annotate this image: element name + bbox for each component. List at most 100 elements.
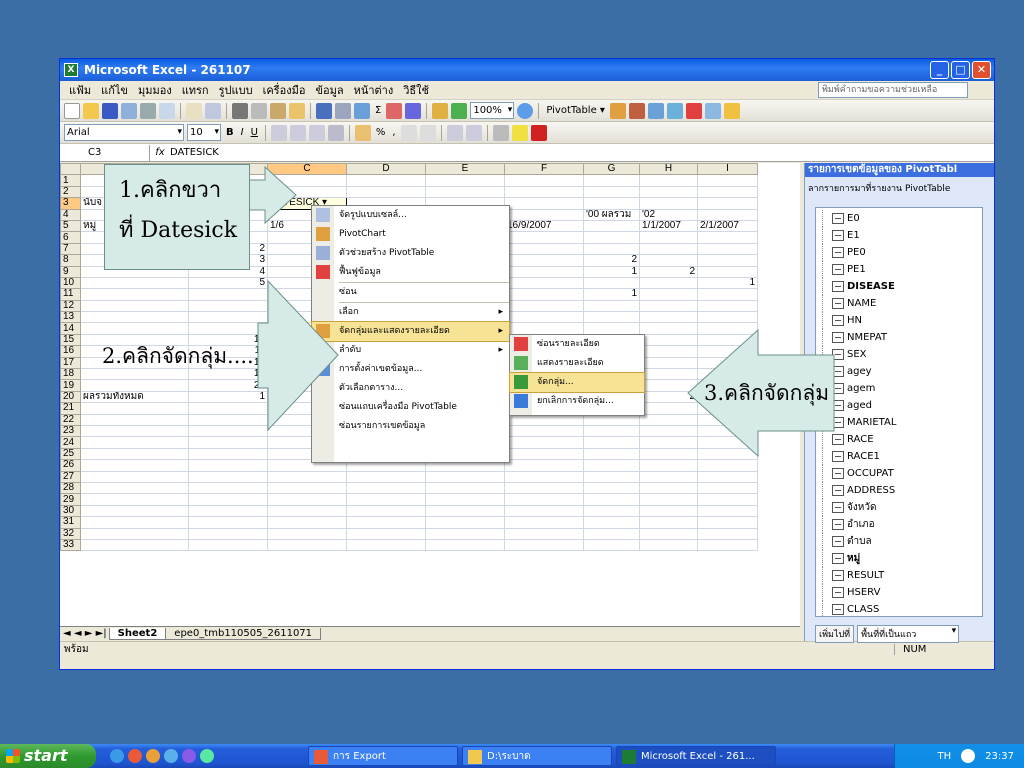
show-detail-icon[interactable]	[666, 102, 683, 119]
corner-select-all[interactable]	[60, 163, 81, 176]
cell[interactable]	[697, 538, 758, 552]
cell[interactable]	[188, 504, 268, 518]
cell[interactable]: 1/1/2007	[639, 219, 698, 233]
italic-button[interactable]: I	[239, 127, 246, 138]
cell[interactable]	[697, 493, 758, 506]
drawing-icon[interactable]	[451, 102, 468, 119]
cell[interactable]	[267, 481, 347, 495]
field-checkbox-icon[interactable]	[832, 536, 844, 547]
row-header[interactable]: 7	[60, 242, 81, 256]
row-header[interactable]: 4	[60, 208, 81, 221]
cell[interactable]	[504, 197, 584, 210]
decrease-decimal-icon[interactable]	[419, 124, 436, 141]
save-icon[interactable]	[102, 102, 118, 119]
cell[interactable]: 1	[583, 288, 640, 301]
cell[interactable]	[697, 231, 758, 244]
cell[interactable]	[504, 276, 584, 290]
row-header[interactable]: 18	[60, 368, 81, 381]
cell[interactable]	[425, 516, 505, 529]
cell[interactable]	[188, 459, 268, 472]
cell[interactable]	[80, 402, 189, 415]
format-painter-icon[interactable]	[289, 102, 305, 119]
row-header[interactable]: 29	[60, 493, 81, 506]
cell[interactable]	[639, 345, 698, 358]
cell[interactable]	[504, 516, 584, 529]
field-checkbox-icon[interactable]	[832, 485, 844, 496]
cell[interactable]: ผลรวมทั้งหมด	[80, 390, 189, 404]
row-header[interactable]: 23	[60, 424, 81, 438]
cell[interactable]	[639, 231, 698, 244]
field-checkbox-icon[interactable]	[832, 332, 844, 343]
font-select[interactable]: Arial	[64, 124, 184, 141]
cell[interactable]	[425, 185, 505, 199]
cell[interactable]	[697, 311, 758, 324]
cell[interactable]	[697, 504, 758, 518]
pivot-field[interactable]: HSERV	[820, 584, 982, 601]
context-menu-item[interactable]: การตั้งค่าเขตข้อมูล...	[312, 360, 509, 379]
cell[interactable]	[639, 276, 698, 290]
column-header[interactable]: F	[504, 163, 584, 176]
cell[interactable]	[80, 424, 189, 438]
field-checkbox-icon[interactable]	[832, 417, 844, 428]
row-header[interactable]: 8	[60, 254, 81, 267]
cell[interactable]	[504, 322, 584, 335]
sort-asc-icon[interactable]	[386, 102, 403, 119]
cell[interactable]	[504, 299, 584, 313]
tab-sheet2[interactable]: Sheet2	[108, 627, 167, 640]
fill-color-icon[interactable]	[511, 124, 528, 141]
merge-center-icon[interactable]	[327, 124, 344, 141]
pivot-field[interactable]: OCCUPAT	[820, 465, 982, 482]
row-header[interactable]: 12	[60, 299, 81, 313]
field-list[interactable]: E0 E1 PE0 PE1 DISEASE NAME HN NMEPAT SEX agey agem…	[815, 207, 983, 617]
cell[interactable]	[425, 174, 505, 187]
cell[interactable]: 16/9/2007	[504, 219, 584, 233]
zoom-select[interactable]: 100%	[470, 102, 515, 119]
cell[interactable]	[80, 459, 189, 472]
cell[interactable]	[267, 470, 347, 483]
cell[interactable]	[188, 447, 268, 461]
decrease-indent-icon[interactable]	[446, 124, 463, 141]
cell[interactable]	[583, 276, 640, 290]
cell[interactable]	[346, 185, 426, 199]
borders-icon[interactable]	[492, 124, 509, 141]
row-header[interactable]: 31	[60, 516, 81, 529]
cell[interactable]	[504, 481, 584, 495]
cell[interactable]	[697, 527, 758, 540]
cell[interactable]	[425, 493, 505, 506]
cell[interactable]	[639, 254, 698, 267]
cell[interactable]	[425, 481, 505, 495]
field-checkbox-icon[interactable]	[832, 604, 844, 615]
menu-view[interactable]: มุมมอง	[133, 81, 177, 99]
cell[interactable]	[697, 197, 758, 210]
cell[interactable]	[425, 504, 505, 518]
field-checkbox-icon[interactable]	[832, 213, 844, 224]
field-checkbox-icon[interactable]	[832, 451, 844, 462]
cell[interactable]	[188, 311, 268, 324]
pivot-field[interactable]: SEX	[820, 346, 982, 363]
cell[interactable]	[639, 436, 698, 449]
task-export[interactable]: การ Export	[308, 746, 458, 766]
cell[interactable]	[504, 493, 584, 506]
row-header[interactable]: 3	[60, 197, 81, 210]
field-checkbox-icon[interactable]	[832, 502, 844, 513]
cell[interactable]: 2	[639, 265, 698, 278]
cell[interactable]	[504, 311, 584, 324]
pivot-field[interactable]: ADDRESS	[820, 482, 982, 499]
cell[interactable]	[697, 447, 758, 461]
cell[interactable]	[583, 527, 640, 540]
submenu-item[interactable]: ซ่อนรายละเอียด	[510, 335, 644, 354]
print-icon[interactable]	[140, 102, 156, 119]
cell[interactable]: 1	[188, 390, 268, 404]
cell[interactable]	[639, 424, 698, 438]
cell[interactable]	[639, 538, 698, 552]
messenger-icon[interactable]	[164, 749, 178, 763]
row-header[interactable]: 28	[60, 481, 81, 495]
pivot-field[interactable]: agem	[820, 380, 982, 397]
tray-icon[interactable]	[961, 749, 976, 763]
row-header[interactable]: 25	[60, 447, 81, 461]
cell[interactable]	[697, 242, 758, 256]
cell[interactable]	[80, 311, 189, 324]
context-menu-item[interactable]: ซ่อน	[312, 283, 509, 302]
close-button[interactable]: ✕	[972, 61, 991, 79]
minimize-button[interactable]: _	[930, 61, 949, 79]
